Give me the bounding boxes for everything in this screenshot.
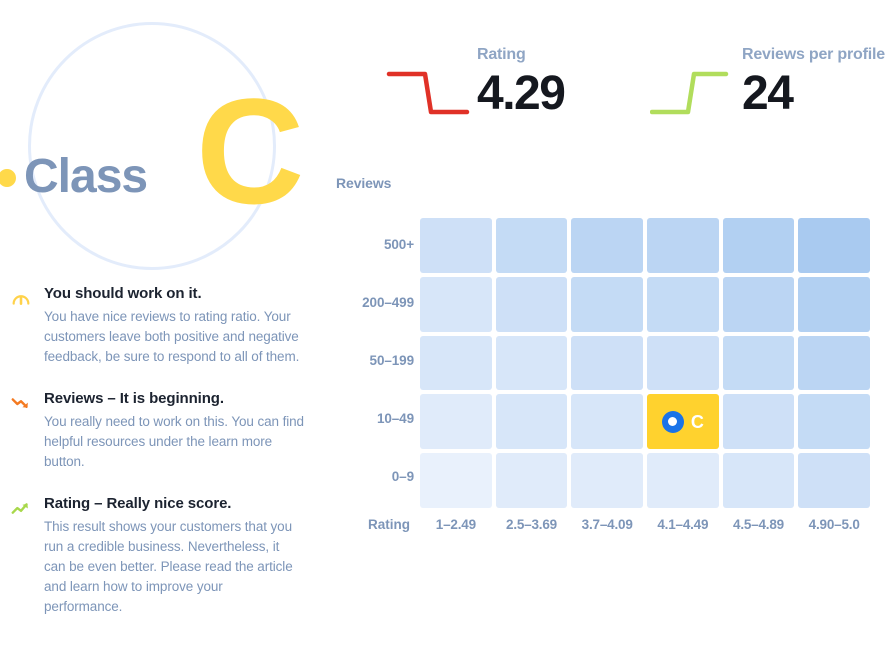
kpi-label: Reviews per profile	[742, 46, 885, 63]
advice-title: You should work on it.	[44, 285, 202, 302]
matrix-cell[interactable]	[571, 394, 643, 450]
matrix-cell[interactable]	[646, 453, 719, 508]
matrix-cell[interactable]	[722, 453, 795, 508]
matrix-cell[interactable]	[571, 276, 643, 332]
kpi-label: Rating	[477, 46, 526, 63]
matrix-cell[interactable]	[495, 394, 568, 450]
x-axis-tick-labels: 1–2.49 2.5–3.69 3.7–4.09 4.1–4.49 4.5–4.89 4.…	[420, 516, 870, 534]
x-axis-title: Rating	[368, 517, 410, 532]
advice-body: You really need to work on this. You can…	[44, 414, 304, 469]
matrix-cell[interactable]	[798, 453, 870, 508]
matrix-cell[interactable]	[571, 335, 643, 391]
matrix-cell[interactable]	[646, 335, 719, 391]
x-axis-tick-label: 3.7–4.09	[581, 517, 633, 532]
x-axis-tick-label: 4.5–4.89	[733, 517, 784, 532]
matrix-cell[interactable]	[420, 276, 492, 332]
matrix-cell[interactable]	[495, 276, 568, 332]
sparkline-step-up-icon	[649, 50, 736, 124]
right-panel: Rating 4.29 Reviews per profile 24 Revie…	[330, 0, 896, 666]
matrix-cell[interactable]	[722, 394, 795, 450]
reviews-rating-matrix: Reviews 500+ 200–499 50–199 10–49 0–9 C Rati…	[330, 150, 896, 570]
matrix-cell[interactable]	[495, 218, 568, 273]
matrix-cell[interactable]	[571, 218, 643, 273]
y-axis-tick-label: 200–499	[362, 295, 414, 310]
advice-item-overall: You should work on it. You have nice rev…	[0, 284, 330, 367]
matrix-cell[interactable]	[798, 335, 870, 391]
gauge-icon	[10, 288, 32, 310]
dot-icon	[0, 169, 16, 187]
kpi-value: 4.29	[477, 67, 566, 120]
x-axis-tick-label: 4.1–4.49	[657, 517, 709, 532]
matrix-cell[interactable]	[571, 453, 643, 508]
kpi-row: Rating 4.29 Reviews per profile 24	[330, 0, 896, 150]
advice-item-reviews: Reviews – It is beginning. You really ne…	[0, 389, 330, 472]
matrix-cell[interactable]	[798, 218, 870, 273]
advice-title: Rating – Really nice score.	[44, 495, 232, 512]
class-badge: Class C	[0, 0, 330, 272]
y-axis-tick-label: 10–49	[376, 411, 414, 426]
advice-item-rating: Rating – Really nice score. This result …	[0, 494, 330, 617]
advice-list: You should work on it. You have nice rev…	[0, 284, 330, 639]
left-panel: Class C You should work on it. You have …	[0, 0, 330, 666]
trend-up-icon	[10, 498, 32, 520]
matrix-cell[interactable]	[798, 276, 870, 332]
matrix-cell-grade: C	[690, 411, 704, 432]
class-grade-letter: C	[196, 67, 304, 235]
matrix-cell[interactable]	[798, 394, 870, 450]
y-axis-tick-label: 0–9	[391, 469, 414, 484]
matrix-grid: C	[420, 218, 870, 508]
matrix-cell[interactable]	[420, 453, 492, 508]
x-axis-tick-label: 2.5–3.69	[506, 517, 557, 532]
matrix-cell[interactable]	[646, 218, 719, 273]
matrix-cell[interactable]	[420, 394, 492, 450]
matrix-cell[interactable]	[420, 218, 492, 273]
x-axis-tick-label: 1–2.49	[435, 517, 476, 532]
y-axis-title: Reviews	[336, 175, 392, 191]
report-page: Class C You should work on it. You have …	[0, 0, 896, 666]
matrix-cell[interactable]	[495, 453, 568, 508]
matrix-cell[interactable]	[646, 276, 719, 332]
advice-body: You have nice reviews to rating ratio. Y…	[44, 309, 300, 364]
y-axis-tick-labels: 500+ 200–499 50–199 10–49 0–9	[330, 218, 414, 508]
advice-body: This result shows your customers that yo…	[44, 519, 293, 614]
y-axis-tick-label: 500+	[383, 237, 414, 252]
x-axis-tick-label: 4.90–5.0	[808, 517, 860, 532]
kpi-reviews-text: Reviews per profile 24	[742, 44, 885, 122]
kpi-value: 24	[742, 67, 794, 120]
kpi-rating-text: Rating 4.29	[477, 44, 566, 122]
matrix-cell[interactable]	[495, 335, 568, 391]
matrix-cell[interactable]	[722, 218, 795, 273]
position-marker-icon	[661, 410, 684, 433]
y-axis-tick-label: 50–199	[369, 353, 415, 368]
matrix-cell-selected[interactable]: C	[646, 394, 719, 450]
matrix-cell[interactable]	[722, 276, 795, 332]
class-label: Class	[24, 150, 148, 203]
advice-title: Reviews – It is beginning.	[44, 390, 224, 407]
trend-down-icon	[10, 393, 32, 415]
matrix-cell[interactable]	[420, 335, 492, 391]
sparkline-step-down-icon	[385, 50, 471, 124]
matrix-cell[interactable]	[722, 335, 795, 391]
